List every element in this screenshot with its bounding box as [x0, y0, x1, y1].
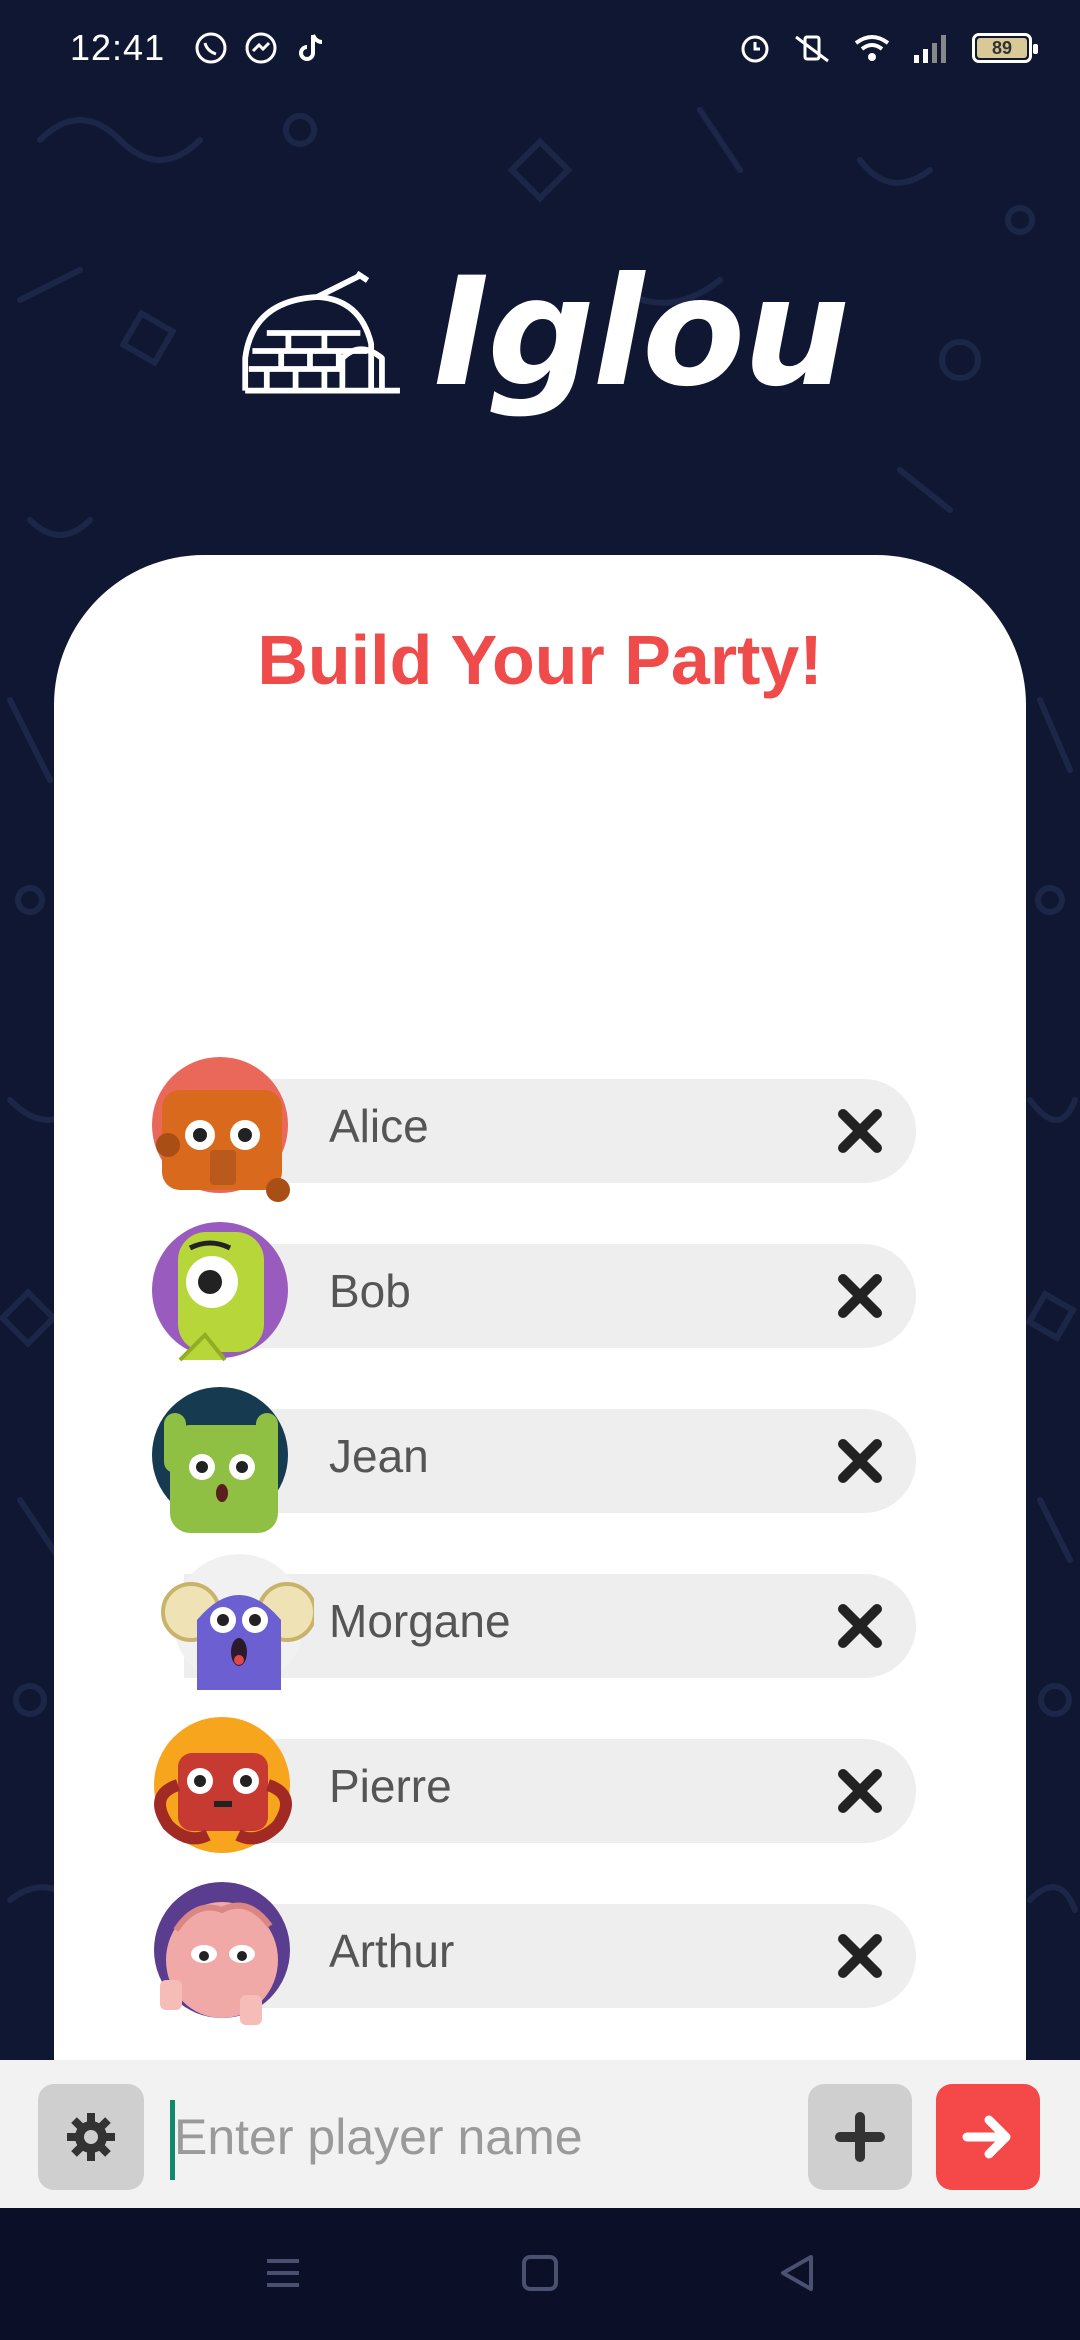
menu-icon [267, 2259, 299, 2287]
player-name: Bob [329, 1265, 411, 1317]
remove-player-button[interactable] [824, 1095, 896, 1167]
battery-level: 89 [991, 38, 1013, 58]
tiktok-icon [299, 34, 323, 61]
close-icon [838, 1604, 882, 1648]
back-nav-button[interactable] [772, 2248, 822, 2298]
menu-nav-button[interactable] [258, 2248, 308, 2298]
player-name: Alice [329, 1100, 429, 1152]
alarm-icon [741, 35, 769, 63]
system-icons: 89 [738, 31, 1038, 65]
remove-player-button[interactable] [824, 1920, 896, 1992]
remove-player-button[interactable] [824, 1755, 896, 1827]
signal-icon [914, 35, 946, 63]
player-row: Pierre [54, 1715, 1026, 1880]
remove-player-button[interactable] [824, 1260, 896, 1332]
plus-icon [835, 2112, 885, 2162]
player-row: Jean [54, 1385, 1026, 1550]
player-list: Alice Bob Jean Morgane Pierre Arthur [54, 1055, 1026, 2045]
remove-player-button[interactable] [824, 1590, 896, 1662]
input-bar [0, 2060, 1080, 2208]
player-name: Arthur [329, 1925, 455, 1977]
player-row: Morgane [54, 1550, 1026, 1715]
system-nav-bar [0, 2208, 1080, 2340]
close-icon [838, 1109, 882, 1153]
status-bar: 12:41 89 [0, 0, 1080, 96]
arrow-right-icon [962, 2115, 1011, 2159]
add-player-button[interactable] [808, 2084, 912, 2190]
card-title: Build Your Party! [257, 621, 823, 699]
close-icon [838, 1769, 882, 1813]
vibrate-off-icon [795, 35, 829, 63]
home-icon [522, 2255, 558, 2291]
whatsapp-icon [195, 32, 227, 64]
wifi-icon [854, 35, 890, 61]
app-logo: Iglou [238, 238, 850, 428]
player-avatar [152, 1387, 288, 1533]
player-name: Morgane [329, 1595, 511, 1647]
player-avatar [154, 1882, 290, 2025]
player-avatar [154, 1717, 292, 1853]
player-avatar [161, 1554, 314, 1690]
remove-player-button[interactable] [824, 1425, 896, 1497]
gear-icon [67, 2113, 115, 2161]
battery-indicator: 89 [972, 33, 1038, 63]
player-row: Alice [54, 1055, 1026, 1220]
player-row: Bob [54, 1220, 1026, 1385]
igloo-icon [242, 270, 400, 394]
home-nav-button[interactable] [515, 2248, 565, 2298]
status-time: 12:41 [70, 27, 166, 68]
close-icon [838, 1274, 882, 1318]
close-icon [838, 1439, 882, 1483]
settings-button[interactable] [38, 2084, 144, 2190]
notification-icons [193, 30, 329, 66]
messenger-icon [245, 32, 277, 64]
player-name: Jean [329, 1430, 429, 1482]
app-name: Iglou [433, 246, 850, 420]
player-name: Pierre [329, 1760, 452, 1812]
player-avatar [152, 1057, 290, 1202]
close-icon [838, 1934, 882, 1978]
start-game-button[interactable] [936, 2084, 1040, 2190]
party-card: Build Your Party! Alice Bob Jean Morgane… [54, 555, 1026, 2255]
player-name-input[interactable] [170, 2084, 790, 2190]
player-row: Arthur [54, 1880, 1026, 2045]
player-avatar [152, 1222, 288, 1362]
back-icon [781, 2255, 813, 2291]
